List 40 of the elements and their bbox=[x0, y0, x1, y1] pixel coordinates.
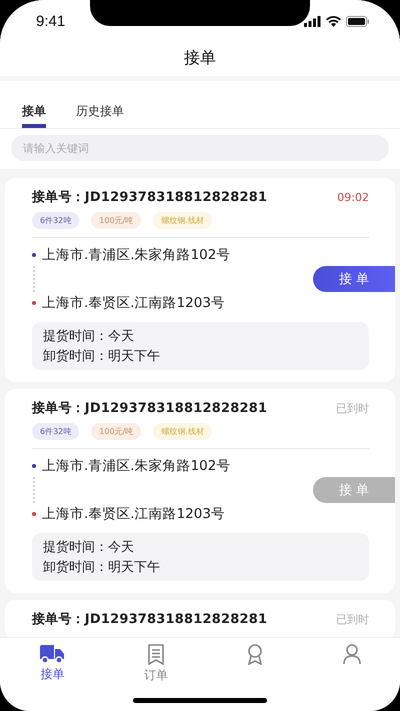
route-line bbox=[33, 477, 35, 503]
time-text: 卸货时间：明天下午 bbox=[43, 348, 161, 365]
route-line bbox=[33, 266, 35, 292]
battery-icon bbox=[346, 16, 370, 26]
signal-icon bbox=[304, 16, 321, 26]
tab-bar-item[interactable]: 订单 bbox=[140, 638, 172, 690]
tag: 6件32吨 bbox=[32, 212, 80, 229]
start-dot-icon bbox=[32, 464, 36, 468]
medal-icon bbox=[246, 644, 264, 665]
accept-button[interactable]: 接 单 bbox=[313, 266, 395, 292]
start-dot-icon bbox=[32, 253, 36, 257]
tag: 100元/吨 bbox=[91, 423, 142, 440]
status-time: 9:41 bbox=[36, 12, 66, 30]
order-number: 接单号：JD129378318812828281 bbox=[32, 610, 268, 628]
order-status: 09:02 bbox=[337, 190, 369, 204]
person-icon bbox=[342, 644, 361, 665]
receipt-icon bbox=[146, 644, 165, 665]
search-field[interactable]: 请输入关键词 bbox=[11, 135, 389, 161]
time-text: 提货时间：今天 bbox=[43, 328, 135, 345]
tab[interactable]: 历史接单 bbox=[76, 81, 124, 128]
time-text: 卸货时间：明天下午 bbox=[43, 559, 161, 576]
wifi-icon bbox=[326, 16, 341, 26]
tag: 100元/吨 bbox=[91, 212, 142, 229]
tab-bar-item[interactable]: 接单 bbox=[35, 638, 70, 690]
end-dot-icon bbox=[32, 301, 36, 305]
truck-icon bbox=[39, 644, 66, 664]
delivery-address: 上海市.奉贤区.江南路1203号 bbox=[42, 294, 225, 312]
tag: 6件32吨 bbox=[32, 423, 80, 440]
page-title: 接单 bbox=[184, 48, 216, 69]
order-status: 已到时 bbox=[336, 612, 369, 626]
order-status: 已到时 bbox=[336, 400, 369, 416]
time-text: 提货时间：今天 bbox=[43, 539, 135, 556]
order-number: 接单号：JD129378318812828281 bbox=[32, 188, 268, 206]
tag: 螺纹钢.线材 bbox=[153, 423, 212, 440]
end-dot-icon bbox=[32, 512, 36, 516]
delivery-address: 上海市.奉贤区.江南路1203号 bbox=[42, 505, 225, 523]
tag: 螺纹钢.线材 bbox=[153, 212, 212, 229]
pickup-address: 上海市.青浦区.朱家角路102号 bbox=[42, 246, 230, 264]
pickup-address: 上海市.青浦区.朱家角路102号 bbox=[42, 457, 230, 475]
order-number: 接单号：JD129378318812828281 bbox=[32, 400, 268, 417]
